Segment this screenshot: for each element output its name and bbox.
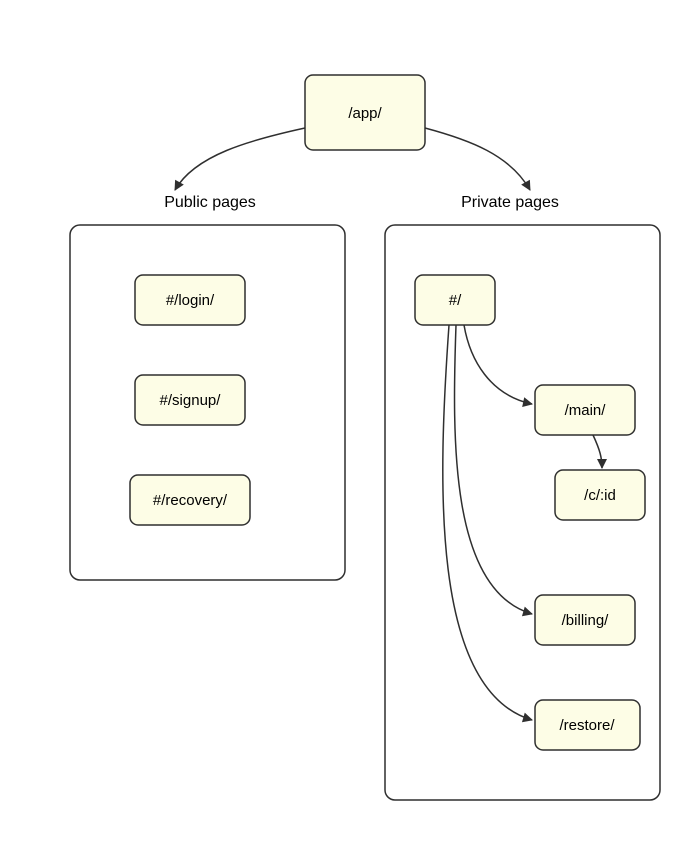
node-c-id-label: /c/:id — [584, 487, 616, 504]
node-recovery-label: #/recovery/ — [153, 492, 228, 509]
node-c-id: /c/:id — [555, 470, 645, 520]
node-main-label: /main/ — [565, 402, 607, 419]
node-main: /main/ — [535, 385, 635, 435]
node-private-root: #/ — [415, 275, 495, 325]
node-app-root: /app/ — [305, 75, 425, 150]
edge-main-to-cid — [593, 435, 602, 468]
edge-root-to-private — [425, 128, 530, 190]
section-title-public: Public pages — [164, 194, 256, 211]
node-private-root-label: #/ — [449, 292, 462, 309]
edge-priv-root-to-restore — [443, 325, 532, 720]
node-login-label: #/login/ — [166, 292, 215, 309]
node-restore-label: /restore/ — [559, 717, 615, 734]
node-billing-label: /billing/ — [562, 612, 610, 629]
edge-root-to-public — [175, 128, 305, 190]
node-billing: /billing/ — [535, 595, 635, 645]
node-app-root-label: /app/ — [348, 105, 382, 122]
edge-priv-root-to-main — [464, 325, 532, 404]
routing-diagram: /app/ Public pages Private pages #/login… — [0, 0, 700, 849]
node-signup-label: #/signup/ — [160, 392, 222, 409]
node-recovery: #/recovery/ — [130, 475, 250, 525]
node-restore: /restore/ — [535, 700, 640, 750]
node-login: #/login/ — [135, 275, 245, 325]
edge-priv-root-to-billing — [454, 325, 532, 614]
section-title-private: Private pages — [461, 194, 559, 211]
node-signup: #/signup/ — [135, 375, 245, 425]
